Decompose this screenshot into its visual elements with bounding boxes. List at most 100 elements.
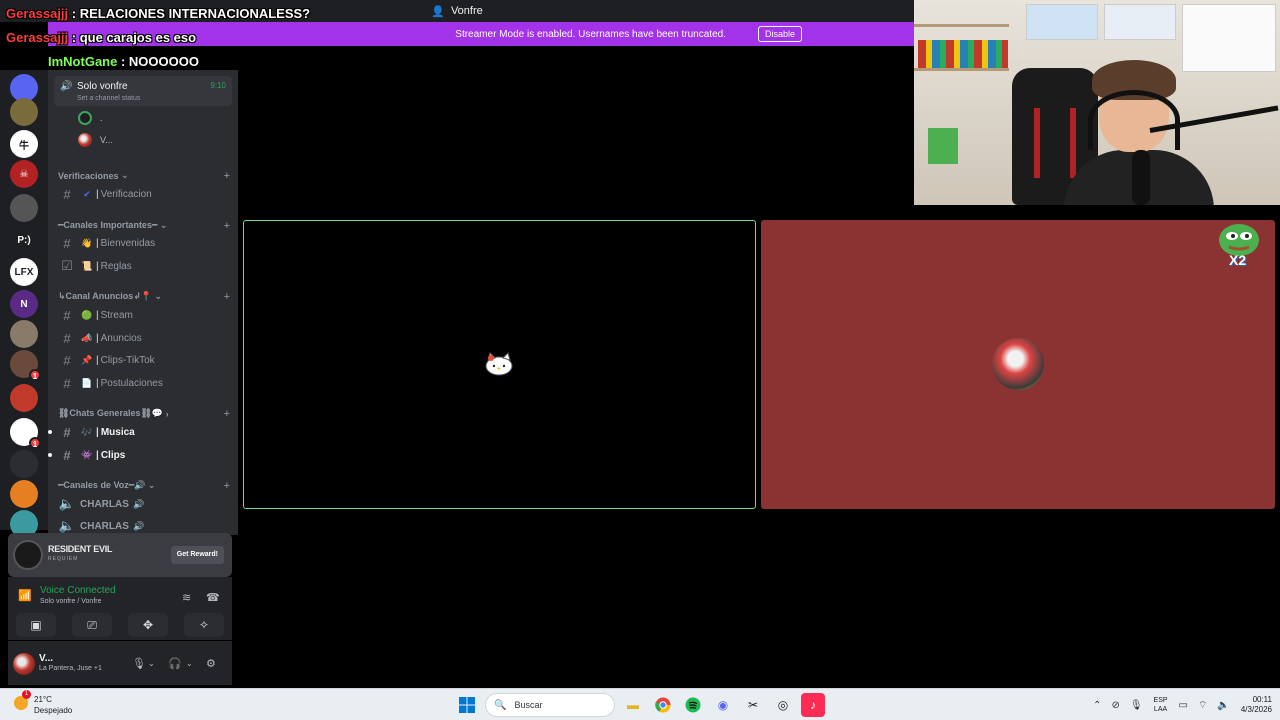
notification-badge: 1	[29, 369, 41, 381]
hash-icon: #	[63, 186, 71, 202]
add-channel-icon[interactable]: +	[224, 408, 230, 420]
channel-clips[interactable]: # 👾 | Clips	[48, 445, 232, 465]
disable-streamer-mode-button[interactable]: Disable	[757, 26, 802, 42]
screen-share-icon[interactable]: ⎚	[72, 613, 112, 637]
rules-icon: ☑	[61, 258, 73, 273]
channel-postulaciones[interactable]: # 📄 | Postulaciones	[58, 373, 232, 393]
hash-icon: #	[63, 375, 71, 391]
gear-icon[interactable]: ⚙	[206, 657, 216, 670]
taskbar: 1 21°C Despejado 🔍 Buscar ▬ ◉ ✂ ◎ ♪ ⌃ ⊘ …	[0, 688, 1280, 720]
unread-indicator	[48, 430, 52, 434]
add-channel-icon[interactable]: +	[224, 170, 230, 182]
microphone-icon[interactable]: 🎙	[1130, 700, 1143, 711]
channel-musica[interactable]: # 🎶 | Musica	[48, 422, 232, 442]
server-icon[interactable]	[10, 450, 38, 478]
network-off-icon[interactable]: ⊘	[1111, 700, 1119, 711]
video-tile-user[interactable]: X2	[761, 220, 1275, 509]
voice-channel-charlas[interactable]: 🔈 CHARLAS 🔊	[58, 494, 232, 514]
category-header[interactable]: Verificaciones ⌄ +	[58, 170, 230, 182]
signal-icon[interactable]: 📶	[18, 589, 32, 602]
voice-channel-path: Solo vonfre / Vonfre	[40, 598, 102, 605]
capcut-icon[interactable]: ✂	[741, 693, 765, 717]
channel-sidebar: 🔊 Solo vonfre 9:10 Set a channel status …	[48, 70, 238, 535]
avatar	[78, 133, 92, 147]
unread-indicator	[48, 453, 52, 457]
camera-off-icon[interactable]: ▣	[16, 613, 56, 637]
channel-clips-tiktok[interactable]: # 📌 | Clips-TikTok	[58, 350, 232, 370]
chevron-down-icon[interactable]: ⌄	[148, 659, 155, 668]
voice-actions: ▣ ⎚ ✥ ✧	[8, 610, 232, 640]
server-icon[interactable]	[10, 98, 38, 126]
server-icon[interactable]	[10, 384, 38, 412]
channel-status[interactable]: Set a channel status	[77, 95, 140, 102]
language-indicator[interactable]: ESP LAA	[1154, 696, 1168, 714]
server-icon[interactable]: P:)	[10, 226, 38, 254]
add-channel-icon[interactable]: +	[224, 291, 230, 303]
window-title: Vonfre	[450, 5, 483, 17]
activities-icon[interactable]: ✥	[128, 613, 168, 637]
get-reward-button[interactable]: Get Reward!	[170, 546, 224, 564]
server-icon[interactable]: N	[10, 290, 38, 318]
server-icon[interactable]	[10, 194, 38, 222]
channel-bienvenidas[interactable]: # 👋 | Bienvenidas	[58, 233, 232, 253]
reward-card: RESIDENT EVIL REQUIEM Get Reward!	[8, 533, 232, 577]
hash-icon: #	[63, 447, 71, 463]
video-tile-speaking[interactable]	[243, 220, 756, 509]
game-icon	[13, 540, 43, 570]
hash-icon: #	[63, 352, 71, 368]
weather-desc: Despejado	[34, 706, 73, 715]
tiktok-icon[interactable]: ♪	[801, 693, 825, 717]
channel-anuncios[interactable]: # 📣 | Anuncios	[58, 328, 232, 348]
channel-verificacion[interactable]: # ✔ | Verificacion	[58, 184, 232, 204]
clock[interactable]: 00:11 4/3/2026	[1241, 695, 1272, 715]
server-rail: 牛 ☠ P:) LFX N 1 1	[0, 70, 48, 538]
chevron-down-icon[interactable]: ⌄	[186, 659, 193, 668]
category-header[interactable]: ━Canales Importantes━ ⌄ +	[58, 220, 230, 232]
pepe-emote-icon: X2	[1217, 220, 1261, 268]
add-channel-icon[interactable]: +	[224, 480, 230, 492]
add-channel-icon[interactable]: +	[224, 220, 230, 232]
windows-start-icon[interactable]	[455, 693, 479, 717]
microphone-icon[interactable]: 🎙	[132, 657, 146, 670]
server-icon[interactable]: LFX	[10, 258, 38, 286]
taskbar-search[interactable]: 🔍 Buscar	[485, 693, 615, 717]
server-icon[interactable]: ☠	[10, 160, 38, 188]
voice-status[interactable]: Voice Connected	[40, 585, 116, 596]
banner-message: Streamer Mode is enabled. Usernames have…	[455, 28, 726, 40]
spotify-icon[interactable]	[681, 693, 705, 717]
channel-stream[interactable]: # 🟢 | Stream	[58, 305, 232, 325]
noise-suppression-icon[interactable]: ≋	[182, 591, 191, 604]
hash-icon: #	[63, 235, 71, 251]
notification-badge: 1	[29, 437, 41, 449]
discord-icon[interactable]: ◉	[711, 693, 735, 717]
server-icon[interactable]: 1	[10, 350, 41, 381]
webcam-overlay	[914, 0, 1280, 205]
obs-icon[interactable]: ◎	[771, 693, 795, 717]
avatar[interactable]	[13, 653, 35, 675]
wifi-icon[interactable]: ⌔	[1198, 699, 1207, 712]
voice-member[interactable]: .	[78, 110, 103, 126]
category-header[interactable]: ⛓Chats Generales⛓💬 › +	[58, 408, 230, 420]
chevron-up-icon[interactable]: ⌃	[1093, 700, 1101, 711]
voice-member-name: V...	[100, 135, 113, 145]
server-icon[interactable]	[10, 480, 38, 508]
volume-icon[interactable]: 🔈	[1217, 700, 1229, 711]
file-explorer-icon[interactable]: ▬	[621, 693, 645, 717]
system-tray: ⌃ ⊘ 🎙 ESP LAA ▭ ⌔ 🔈 00:11 4/3/2026	[1088, 693, 1272, 717]
voice-channel-active[interactable]: 🔊 Solo vonfre 9:10 Set a channel status	[54, 76, 232, 106]
channel-reglas[interactable]: ☑ 📜 | Reglas	[58, 256, 232, 276]
avatar	[78, 111, 92, 125]
server-icon[interactable]: 1	[10, 418, 41, 449]
chrome-icon[interactable]	[651, 693, 675, 717]
server-icon[interactable]	[10, 320, 38, 348]
headphones-icon[interactable]: 🎧	[168, 657, 182, 670]
disconnect-icon[interactable]: ☎	[206, 591, 220, 604]
server-icon[interactable]: 牛	[10, 130, 38, 158]
voice-member[interactable]: V...	[78, 132, 113, 148]
soundboard-icon[interactable]: ✧	[184, 613, 224, 637]
emote-multiplier: X2	[1229, 252, 1247, 268]
category-header[interactable]: ━Canales de Voz━🔊 ⌄ +	[58, 480, 230, 492]
username[interactable]: V...	[39, 653, 53, 664]
category-header[interactable]: ↳Canal Anuncios↲📍 ⌄ +	[58, 291, 230, 303]
monitor-icon[interactable]: ▭	[1179, 700, 1188, 711]
